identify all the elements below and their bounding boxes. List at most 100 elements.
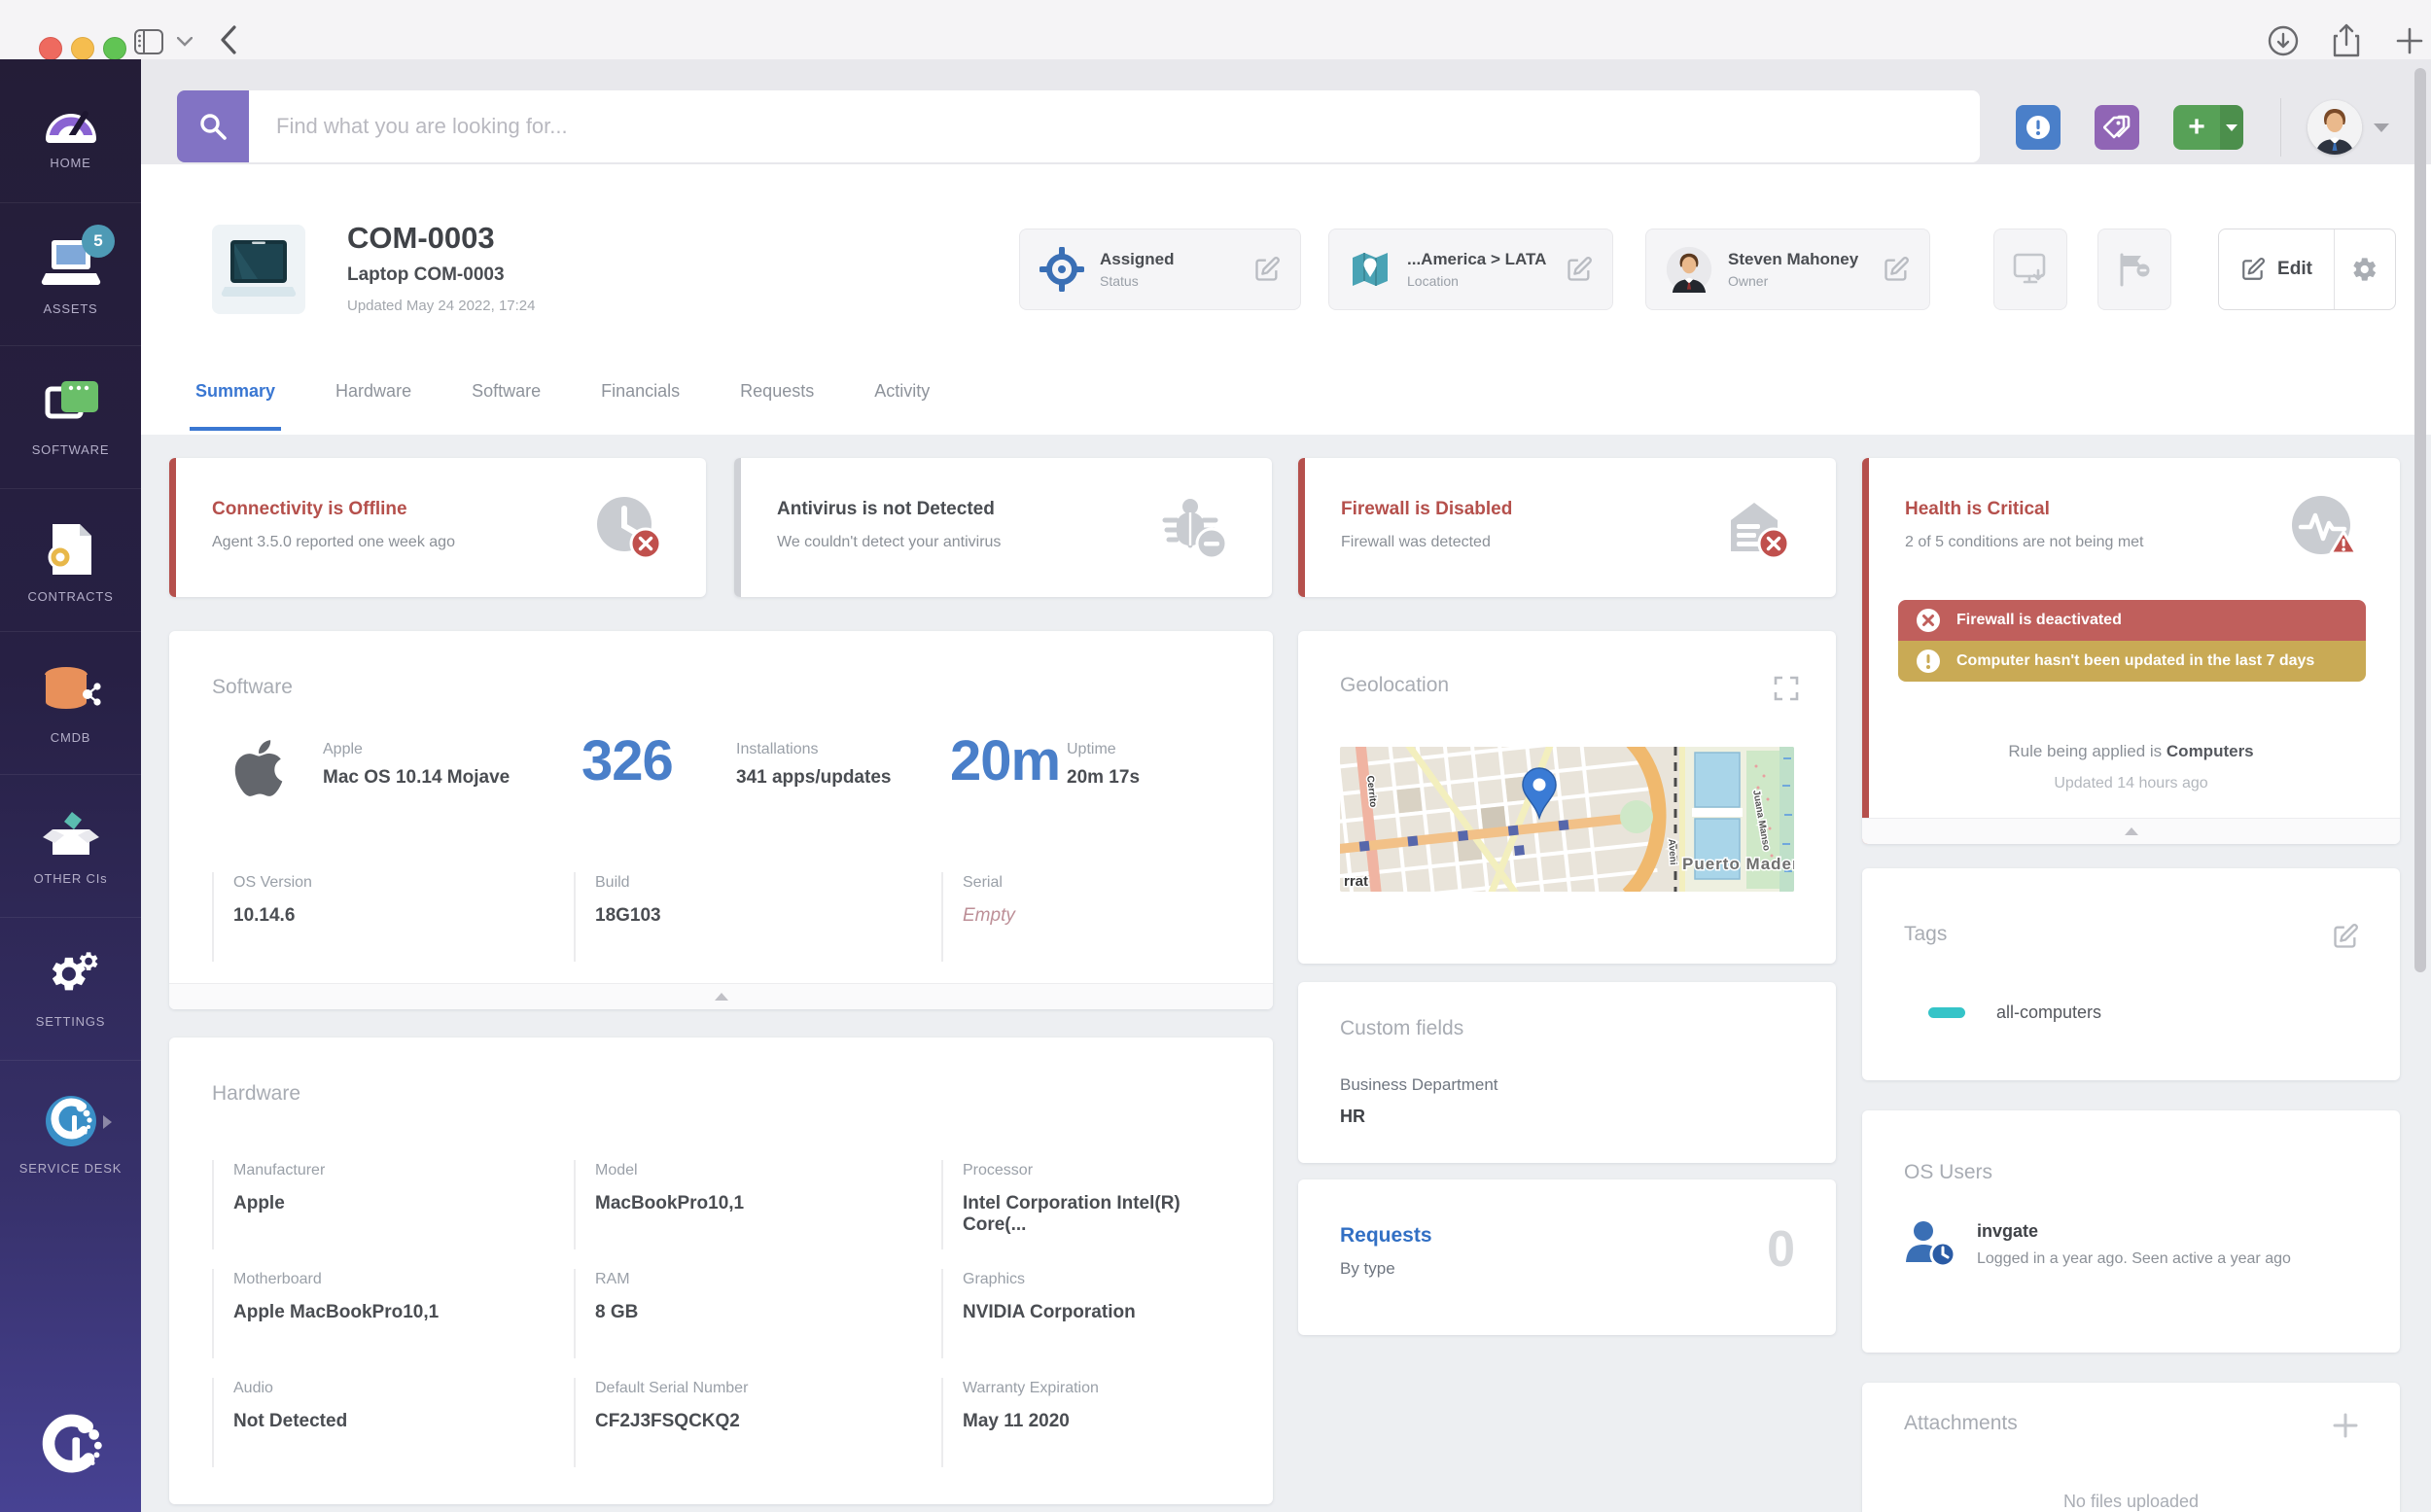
sidebar-item-software[interactable]: SOFTWARE: [0, 345, 141, 488]
status-target-icon: [1039, 247, 1084, 292]
sidebar-item-home[interactable]: HOME: [0, 59, 141, 202]
tab-software[interactable]: Software: [472, 381, 541, 419]
hardware-field: Processor Intel Corporation Intel(R) Core…: [941, 1160, 1243, 1249]
downloads-button[interactable]: [2268, 25, 2299, 56]
health-card: Health is Critical 2 of 5 conditions are…: [1862, 458, 2400, 844]
user-avatar[interactable]: [2308, 100, 2362, 155]
tab-activity[interactable]: Activity: [874, 381, 930, 419]
owner-chip[interactable]: Steven Mahoney Owner: [1645, 229, 1930, 310]
page-scrollbar[interactable]: [2414, 68, 2426, 972]
tag-item[interactable]: all-computers: [1928, 1002, 2101, 1023]
new-tab-button[interactable]: [2396, 27, 2423, 54]
global-search: [177, 90, 1980, 162]
alert-text: Firewall was detected: [1341, 534, 1491, 550]
hardware-field: Model MacBookPro10,1: [574, 1160, 904, 1249]
sidebar-item-settings[interactable]: SETTINGS: [0, 917, 141, 1060]
flag-minus-icon: [2120, 253, 2150, 287]
back-button[interactable]: [220, 25, 237, 54]
open-box-icon: [42, 812, 99, 855]
hardware-card: Hardware Manufacturer Apple Model MacBookP…: [169, 1037, 1273, 1504]
tab-requests[interactable]: Requests: [740, 381, 814, 419]
installations-number: 326: [581, 729, 674, 792]
tab-summary[interactable]: Summary: [189, 381, 282, 431]
invgate-logo: [0, 1409, 141, 1485]
user-photo-icon: [2308, 100, 2362, 155]
info-button[interactable]: [2016, 105, 2061, 150]
window-minimize-button[interactable]: [71, 37, 94, 60]
alert-title: Firewall is Disabled: [1341, 499, 1513, 519]
flag-button[interactable]: [2097, 229, 2171, 310]
health-banner-critical: Firewall is deactivated: [1898, 600, 2366, 641]
share-button[interactable]: [2332, 23, 2361, 58]
window-zoom-button[interactable]: [103, 37, 126, 60]
hardware-field: Manufacturer Apple: [212, 1160, 533, 1249]
custom-field-value: HR: [1340, 1107, 1365, 1126]
health-updated-text: Updated 14 hours ago: [2054, 775, 2208, 791]
service-desk-logo-icon: [45, 1096, 96, 1146]
sidebar-item-cmdb[interactable]: CMDB: [0, 631, 141, 774]
tab-hardware[interactable]: Hardware: [335, 381, 411, 419]
owner-avatar: [1666, 246, 1712, 293]
health-banner-text: Computer hasn't been updated in the last…: [1956, 652, 2315, 669]
tab-financials[interactable]: Financials: [601, 381, 680, 419]
database-icon: [43, 667, 101, 712]
sidebar-item-service-desk[interactable]: SERVICE DESK: [0, 1060, 141, 1203]
health-collapse-button[interactable]: [1862, 818, 2400, 844]
remote-desktop-icon: [2013, 253, 2046, 284]
user-menu-chevron-icon[interactable]: [2374, 123, 2389, 132]
map-district-label: Puerto Madero: [1682, 855, 1794, 873]
window-close-button[interactable]: [39, 37, 62, 60]
status-chip[interactable]: Assigned Status: [1019, 229, 1301, 310]
firewall-icon: [1731, 503, 1790, 560]
sidebar-item-other-cis[interactable]: OTHER CIs: [0, 774, 141, 917]
edit-status-icon[interactable]: [1253, 256, 1281, 283]
geolocation-card-title: Geolocation: [1340, 674, 1450, 696]
edit-location-icon[interactable]: [1566, 256, 1593, 283]
asset-settings-button[interactable]: [2334, 229, 2395, 309]
tags-icon: [2103, 115, 2131, 139]
tags-button[interactable]: [2095, 105, 2139, 150]
remote-session-button[interactable]: [1993, 229, 2067, 310]
apple-logo-icon: [234, 740, 283, 796]
sidebar-item-assets[interactable]: 5 ASSETS: [0, 202, 141, 345]
edit-tags-icon[interactable]: [2332, 923, 2359, 950]
tags-card: Tags all-computers: [1862, 868, 2400, 1080]
edit-pencil-icon: [2242, 258, 2266, 280]
sidebar-item-contracts[interactable]: CONTRACTS: [0, 488, 141, 631]
attachments-card-title: Attachments: [1904, 1412, 2018, 1434]
add-button[interactable]: +: [2173, 105, 2243, 150]
software-collapse-button[interactable]: [169, 983, 1273, 1009]
os-user-icon: [1906, 1221, 1956, 1268]
alert-severity-bar: [734, 458, 741, 597]
tag-label: all-computers: [1996, 1002, 2102, 1022]
tab-bar: Summary Hardware Software Financials Req…: [189, 381, 930, 431]
health-text: 2 of 5 conditions are not being met: [1905, 534, 2144, 550]
health-banner-warning: Computer hasn't been updated in the last…: [1898, 641, 2366, 682]
location-map-icon: [1353, 253, 1388, 286]
antivirus-alert-card: Antivirus is not Detected We couldn't de…: [734, 458, 1272, 597]
titlebar-chevron-down-icon[interactable]: [177, 37, 193, 47]
geolocation-map[interactable]: Cerrito rrat Puerto Madero Juana Manso A…: [1340, 747, 1794, 892]
map-area-label: rrat: [1344, 873, 1368, 890]
requests-link[interactable]: Requests: [1340, 1224, 1432, 1248]
hardware-field: Default Serial Number CF2J3FSQCKQ2: [574, 1378, 904, 1467]
hardware-field: Graphics NVIDIA Corporation: [941, 1269, 1243, 1358]
service-desk-expand-arrow-icon[interactable]: [103, 1115, 112, 1129]
edit-button[interactable]: Edit: [2219, 229, 2334, 309]
health-pulse-icon: [2292, 496, 2358, 555]
sidebar-toggle-icon[interactable]: [134, 29, 163, 54]
add-dropdown-arrow-icon[interactable]: [2220, 105, 2243, 150]
gears-icon: [52, 952, 97, 991]
search-input[interactable]: [249, 90, 1980, 162]
search-button[interactable]: [177, 90, 249, 162]
custom-fields-title: Custom fields: [1340, 1017, 1464, 1039]
collapse-arrow-icon: [714, 993, 728, 1001]
contract-icon: [48, 524, 91, 575]
fullscreen-expand-icon[interactable]: [1774, 676, 1799, 701]
add-attachment-icon[interactable]: [2332, 1412, 2359, 1439]
gauge-icon: [45, 111, 96, 143]
uptime-label: Uptime: [1067, 741, 1116, 757]
edit-owner-icon[interactable]: [1883, 256, 1910, 283]
location-chip[interactable]: ...America > LATA Location: [1328, 229, 1613, 310]
tags-card-title: Tags: [1904, 923, 1948, 945]
